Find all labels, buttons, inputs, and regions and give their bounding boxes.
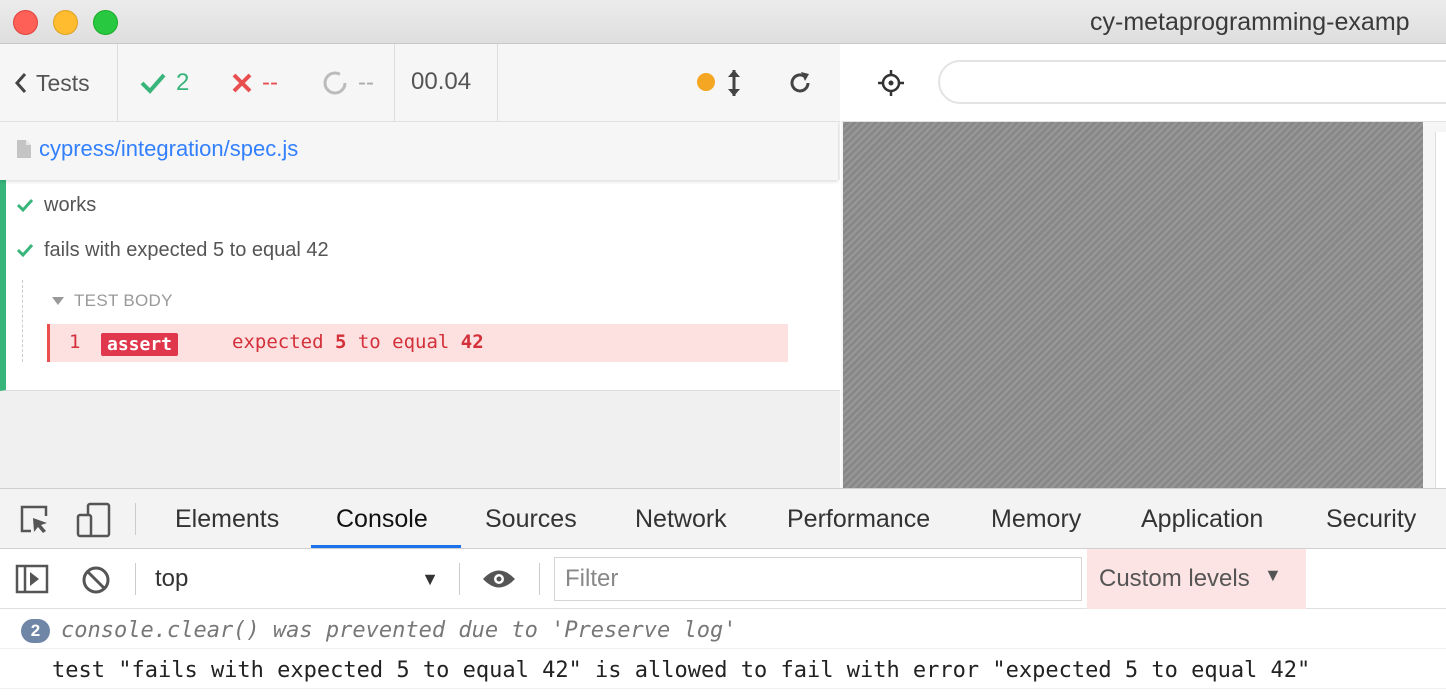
- aut-iframe-placeholder: [843, 122, 1423, 488]
- spec-file-link[interactable]: cypress/integration/spec.js: [39, 136, 298, 162]
- tab-memory[interactable]: Memory: [991, 489, 1081, 549]
- auto-scroll-dot-icon[interactable]: [696, 72, 716, 92]
- spec-file-header: cypress/integration/spec.js: [0, 122, 838, 180]
- tab-performance[interactable]: Performance: [787, 489, 930, 549]
- execution-context-select[interactable]: top ▼: [155, 565, 445, 595]
- rerun-icon[interactable]: [787, 70, 813, 96]
- passed-count-value: 2: [176, 69, 190, 96]
- command-message-actual: 5: [334, 331, 347, 353]
- live-expression-eye-icon[interactable]: [481, 568, 517, 590]
- test-body-guide: [22, 280, 23, 362]
- test-body-toggle[interactable]: TEST BODY: [52, 291, 173, 311]
- command-log-row[interactable]: 1 assert expected 5 to equal 42: [47, 324, 788, 362]
- log-levels-dropdown[interactable]: Custom levels ▼: [1087, 549, 1306, 609]
- console-message-text: test "fails with expected 5 to equal 42"…: [52, 658, 1311, 683]
- reporter-header: Tests 2 -- -- 00.04: [0, 44, 840, 122]
- toolbar-divider: [459, 563, 460, 595]
- tab-divider: [135, 503, 136, 535]
- tab-elements[interactable]: Elements: [175, 489, 279, 549]
- repeat-count-badge: 2: [21, 619, 50, 643]
- console-message-text: console.clear() was prevented due to 'Pr…: [61, 618, 737, 643]
- device-toolbar-icon[interactable]: [76, 502, 112, 538]
- failed-count-value: --: [262, 69, 278, 96]
- active-tab-indicator: [311, 545, 461, 548]
- aut-scrollbar[interactable]: [1435, 132, 1446, 488]
- aut-header: [841, 44, 1446, 122]
- execution-context-value: top: [155, 565, 189, 592]
- command-message-prefix: expected: [232, 331, 335, 353]
- back-to-tests-button[interactable]: Tests: [14, 68, 90, 98]
- console-messages: 2 console.clear() was prevented due to '…: [0, 609, 1446, 696]
- check-icon: [16, 243, 34, 258]
- reporter-runnables: cypress/integration/spec.js works fails …: [0, 122, 840, 488]
- window-title: cy-metaprogramming-examp: [1090, 8, 1410, 36]
- console-message: 2 console.clear() was prevented due to '…: [0, 609, 1446, 649]
- command-message-middle: to equal: [346, 331, 461, 353]
- test-item-works[interactable]: works: [16, 190, 96, 220]
- pending-count: --: [322, 66, 374, 100]
- header-divider: [497, 44, 498, 122]
- run-duration: 00.04: [411, 68, 472, 95]
- check-icon: [16, 198, 34, 213]
- command-name-badge: assert: [101, 333, 179, 356]
- console-message: test "fails with expected 5 to equal 42"…: [0, 649, 1446, 689]
- tab-console[interactable]: Console: [336, 489, 428, 549]
- toolbar-divider: [135, 563, 136, 595]
- test-title: works: [44, 193, 97, 216]
- devtools-panel: Elements Console Sources Network Perform…: [0, 488, 1446, 696]
- dropdown-arrow-icon: ▼: [1264, 565, 1282, 585]
- toggle-sidebar-icon[interactable]: [15, 564, 49, 594]
- window-titlebar: cy-metaprogramming-examp: [0, 0, 1446, 44]
- tab-network[interactable]: Network: [635, 489, 727, 549]
- header-divider: [394, 44, 395, 122]
- command-message-expected: 42: [460, 331, 484, 353]
- pending-circle-icon: [323, 71, 347, 95]
- cross-icon: [232, 73, 252, 93]
- minimize-window-button[interactable]: [53, 10, 78, 35]
- toolbar-divider: [539, 563, 540, 595]
- zoom-window-button[interactable]: [93, 10, 118, 35]
- aut-preview: [841, 122, 1446, 488]
- tab-sources[interactable]: Sources: [485, 489, 577, 549]
- devtools-tab-bar: Elements Console Sources Network Perform…: [0, 489, 1446, 549]
- caret-down-icon: [52, 297, 64, 305]
- test-title: fails with expected 5 to equal 42: [44, 238, 329, 261]
- close-window-button[interactable]: [13, 10, 38, 35]
- command-number: 1: [69, 331, 81, 353]
- console-toolbar: top ▼ Custom levels ▼: [0, 549, 1446, 609]
- passed-count: 2: [140, 66, 189, 100]
- file-icon: [17, 140, 31, 158]
- pending-count-value: --: [358, 69, 374, 96]
- back-to-tests-label: Tests: [36, 69, 90, 96]
- header-divider: [117, 44, 118, 122]
- log-levels-label: Custom levels: [1099, 565, 1250, 592]
- test-item-fails-with-expected[interactable]: fails with expected 5 to equal 42: [16, 235, 329, 265]
- chevron-left-icon: [14, 73, 27, 93]
- vertical-resize-arrow-icon[interactable]: [726, 68, 742, 98]
- tab-application[interactable]: Application: [1141, 489, 1263, 549]
- console-filter-input[interactable]: [554, 557, 1082, 601]
- inspect-element-icon[interactable]: [19, 504, 51, 536]
- url-bar[interactable]: [938, 60, 1446, 104]
- dropdown-arrow-icon: ▼: [421, 569, 439, 589]
- check-icon: [140, 73, 166, 94]
- failed-count: --: [232, 66, 278, 100]
- clear-console-icon[interactable]: [81, 565, 111, 595]
- test-body-label: TEST BODY: [74, 291, 173, 310]
- selector-playground-crosshair-icon[interactable]: [877, 69, 905, 97]
- test-list: works fails with expected 5 to equal 42 …: [0, 180, 840, 391]
- command-message: expected 5 to equal 42: [232, 331, 484, 353]
- tab-security[interactable]: Security: [1326, 489, 1416, 549]
